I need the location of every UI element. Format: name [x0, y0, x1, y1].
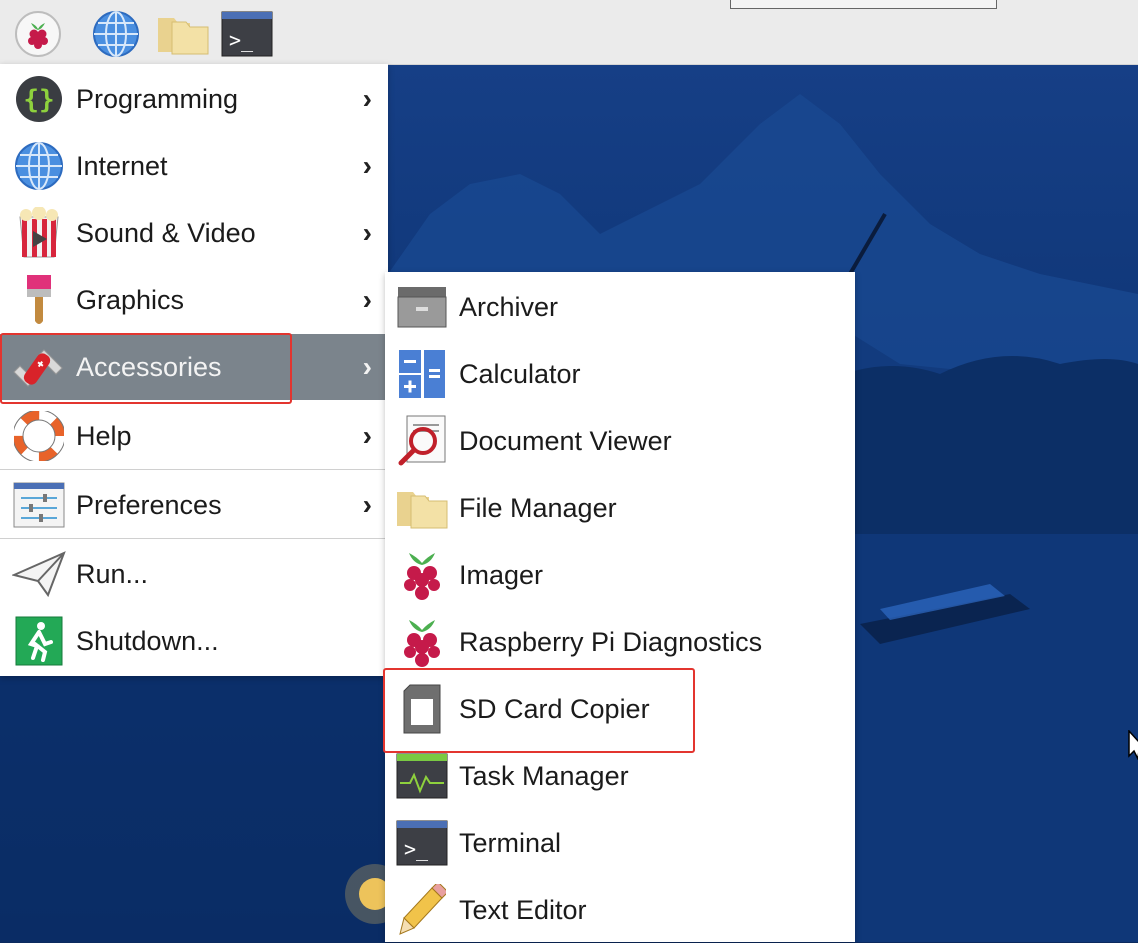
raspberry-icon — [395, 615, 449, 669]
submenu-item-document-viewer[interactable]: Document Viewer — [385, 408, 855, 474]
menu-item-label: Terminal — [459, 827, 562, 858]
menu-item-label: Graphics — [76, 284, 185, 315]
menu-item-accessories[interactable]: Accessories › — [0, 334, 388, 400]
sound-video-icon — [12, 206, 66, 260]
menu-item-internet[interactable]: Internet › — [0, 133, 388, 199]
submenu-item-text-editor[interactable]: Text Editor — [385, 877, 855, 943]
submenu-item-archiver[interactable]: Archiver — [385, 274, 855, 340]
menu-item-programming[interactable]: {} Programming › — [0, 66, 388, 132]
shutdown-icon — [12, 614, 66, 668]
submenu-item-sd-card-copier[interactable]: SD Card Copier — [385, 676, 855, 742]
programming-icon: {} — [12, 72, 66, 126]
menu-item-label: Help — [76, 420, 132, 451]
menu-separator — [0, 538, 388, 539]
preferences-icon — [12, 478, 66, 532]
folder-icon — [395, 481, 449, 535]
submenu-item-raspberry-pi-diagnostics[interactable]: Raspberry Pi Diagnostics — [385, 609, 855, 675]
menu-item-label: Programming — [76, 83, 239, 114]
menu-item-help[interactable]: Help › — [0, 403, 388, 469]
menu-item-label: Calculator — [459, 358, 581, 389]
submenu-item-terminal[interactable]: >_ Terminal — [385, 810, 855, 876]
menu-item-label: Preferences — [76, 489, 222, 520]
terminal-icon: >_ — [395, 816, 449, 870]
svg-text:>_: >_ — [404, 837, 429, 861]
mouse-cursor-icon — [1128, 729, 1138, 765]
folder-icon — [158, 18, 209, 55]
menu-item-preferences[interactable]: Preferences › — [0, 472, 388, 538]
taskbar-field[interactable] — [730, 0, 997, 9]
menu-item-label: Document Viewer — [459, 425, 672, 456]
main-menu: {} Programming › Internet › Sound & Vide… — [0, 64, 388, 676]
terminal-button[interactable]: >_ — [220, 10, 274, 58]
submenu-arrow-icon: › — [362, 284, 372, 315]
submenu-item-imager[interactable]: Imager — [385, 542, 855, 608]
raspberry-menu-icon — [15, 11, 61, 57]
web-browser-icon — [93, 11, 139, 57]
menu-item-sound-video[interactable]: Sound & Video › — [0, 200, 388, 266]
svg-text:{}: {} — [23, 85, 54, 115]
task-manager-icon — [395, 749, 449, 803]
run-icon — [12, 547, 66, 601]
document-viewer-icon — [395, 414, 449, 468]
menu-item-label: Task Manager — [459, 760, 629, 791]
submenu-item-task-manager[interactable]: Task Manager — [385, 743, 855, 809]
accessories-submenu: Archiver Calculator Document Viewer File… — [385, 272, 855, 942]
menu-item-label: Imager — [459, 559, 544, 590]
raspberry-menu-button[interactable] — [14, 10, 62, 58]
menu-item-label: Run... — [76, 558, 149, 589]
accessories-icon — [12, 340, 66, 394]
raspberry-icon — [395, 548, 449, 602]
submenu-item-calculator[interactable]: Calculator — [385, 341, 855, 407]
menu-item-graphics[interactable]: Graphics › — [0, 267, 388, 333]
submenu-arrow-icon: › — [362, 420, 372, 451]
calculator-icon — [395, 347, 449, 401]
menu-item-run[interactable]: Run... — [0, 541, 388, 607]
graphics-icon — [12, 273, 66, 327]
text-editor-icon — [395, 883, 449, 937]
menu-item-label: Raspberry Pi Diagnostics — [459, 626, 763, 657]
menu-item-shutdown[interactable]: Shutdown... — [0, 608, 388, 674]
menu-item-label: Archiver — [459, 291, 559, 322]
terminal-icon: >_ — [221, 11, 273, 57]
submenu-arrow-icon: › — [362, 351, 372, 382]
web-browser-button[interactable] — [92, 10, 140, 58]
menu-item-label: Accessories — [76, 351, 222, 382]
menu-item-label: File Manager — [459, 492, 617, 523]
file-manager-button[interactable] — [156, 10, 210, 58]
submenu-item-file-manager[interactable]: File Manager — [385, 475, 855, 541]
sd-card-icon — [395, 682, 449, 736]
archiver-icon — [395, 280, 449, 334]
taskbar: >_ — [0, 0, 1138, 65]
menu-item-label: Internet — [76, 150, 168, 181]
svg-text:>_: >_ — [229, 28, 254, 52]
menu-separator — [0, 469, 388, 470]
submenu-arrow-icon: › — [362, 217, 372, 248]
menu-item-label: Sound & Video — [76, 217, 256, 248]
internet-icon — [12, 139, 66, 193]
submenu-arrow-icon: › — [362, 83, 372, 114]
menu-item-label: SD Card Copier — [459, 693, 650, 724]
submenu-arrow-icon: › — [362, 150, 372, 181]
submenu-arrow-icon: › — [362, 489, 372, 520]
menu-item-label: Text Editor — [459, 894, 587, 925]
help-icon — [12, 409, 66, 463]
menu-item-label: Shutdown... — [76, 625, 219, 656]
